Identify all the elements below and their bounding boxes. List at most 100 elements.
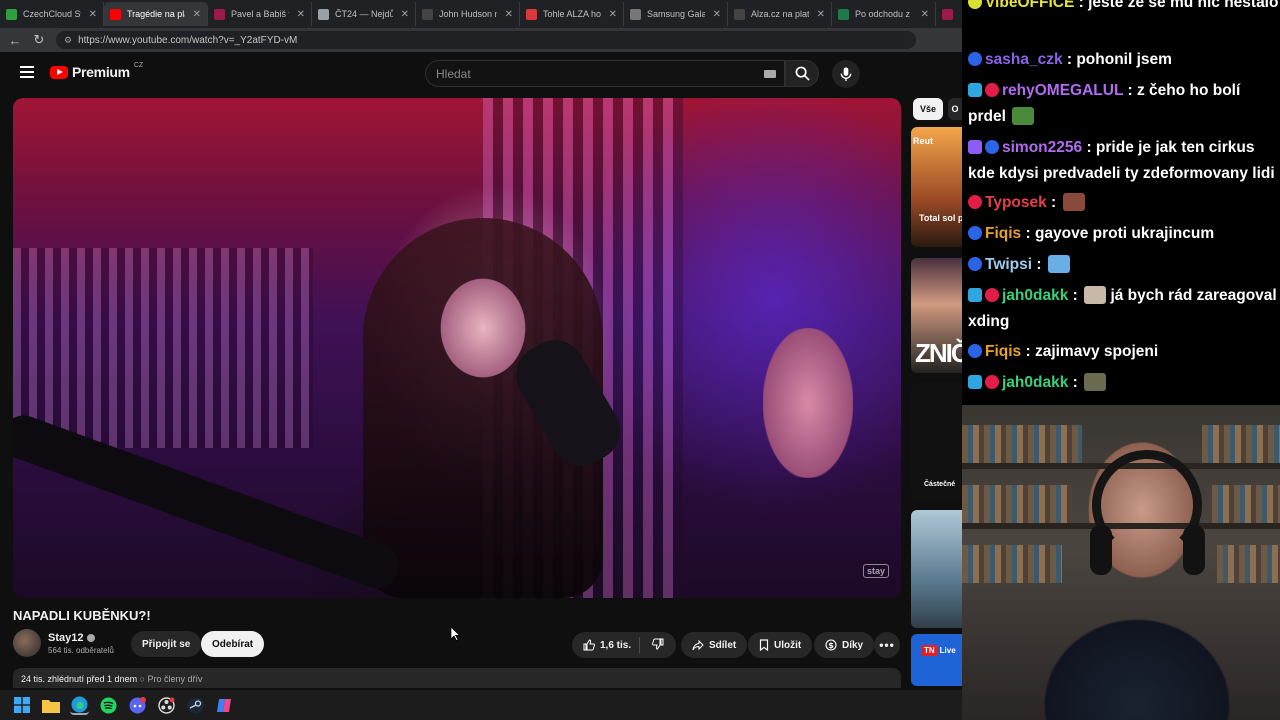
chat-username[interactable]: Fiqis bbox=[985, 225, 1021, 242]
dislike-button[interactable] bbox=[640, 638, 676, 653]
browser-tab[interactable]: Tohle ALZA hodn ✕ bbox=[520, 2, 624, 26]
headset-scene bbox=[1183, 525, 1205, 575]
close-tab-icon[interactable]: ✕ bbox=[609, 9, 617, 20]
youtube-logo[interactable]: Premium CZ bbox=[50, 62, 143, 80]
browser-tab[interactable]: CzechCloud Strea ✕ bbox=[0, 2, 104, 26]
chip-all[interactable]: Vše bbox=[913, 98, 943, 120]
close-tab-icon[interactable]: ✕ bbox=[89, 9, 97, 20]
close-tab-icon[interactable]: ✕ bbox=[921, 9, 929, 20]
bookshelf-scene bbox=[1212, 485, 1280, 523]
chip-other[interactable]: O bbox=[948, 98, 962, 120]
browser-tab[interactable]: ČT24 — Nejdůvě ✕ bbox=[312, 2, 416, 26]
chat-username[interactable]: VibeOFFICE bbox=[985, 0, 1074, 11]
chat-username[interactable]: rehyOMEGALUL bbox=[1002, 82, 1123, 99]
youtube-play-icon bbox=[50, 65, 68, 79]
microphone-icon bbox=[840, 66, 852, 81]
copilot-icon[interactable] bbox=[215, 696, 234, 715]
recommended-video-text: Reut bbox=[913, 136, 933, 146]
chat-username[interactable]: simon2256 bbox=[1002, 139, 1082, 156]
reload-icon[interactable]: ↻ bbox=[32, 32, 46, 48]
chat-badge-icon bbox=[968, 375, 982, 389]
search-button[interactable] bbox=[785, 60, 819, 87]
spotify-icon[interactable] bbox=[99, 696, 118, 715]
search-icon bbox=[795, 66, 810, 81]
close-tab-icon[interactable]: ✕ bbox=[817, 9, 825, 20]
tab-title: Alza.cz na platfor bbox=[751, 9, 809, 19]
chat-badge-icon bbox=[985, 140, 999, 154]
streamer-webcam bbox=[962, 405, 1280, 720]
browser-tab-bar: CzechCloud Strea✕Tragédie na place✕Pavel… bbox=[0, 0, 962, 28]
tab-title: ČT24 — Nejdůvě bbox=[335, 9, 393, 19]
browser-tab[interactable]: Pavel a Babiš v Ar ✕ bbox=[208, 2, 312, 26]
voice-search-button[interactable] bbox=[832, 60, 860, 88]
description-box[interactable]: 24 tis. zhlédnutí před 1 dnem ○ Pro člen… bbox=[13, 668, 901, 688]
thanks-button[interactable]: $ Díky bbox=[814, 632, 875, 658]
chat-message: Fiqis : zajimavy spojeni bbox=[968, 339, 1280, 365]
discord-icon[interactable] bbox=[128, 696, 147, 715]
chat-badge-icon bbox=[968, 195, 982, 209]
svg-text:$: $ bbox=[828, 641, 834, 650]
chat-username[interactable]: Twipsi bbox=[985, 256, 1032, 273]
site-info-icon[interactable]: ⚙ bbox=[64, 35, 72, 46]
browser-tab[interactable]: (1) bbox=[936, 2, 962, 26]
chat-badge-icon bbox=[968, 288, 982, 302]
browser-tab[interactable]: Po odchodu z ČT ✕ bbox=[832, 2, 936, 26]
menu-icon[interactable] bbox=[20, 66, 34, 81]
back-arrow-icon[interactable]: ← bbox=[8, 33, 22, 48]
chat-message: jah0dakk : já bych rád zareagoval xding bbox=[968, 286, 1277, 330]
close-tab-icon[interactable]: ✕ bbox=[297, 9, 305, 20]
close-tab-icon[interactable]: ✕ bbox=[193, 9, 201, 20]
tab-favicon-icon bbox=[526, 8, 537, 20]
close-tab-icon[interactable]: ✕ bbox=[713, 9, 721, 20]
channel-avatar[interactable] bbox=[13, 629, 41, 657]
live-channel-badge: TN bbox=[922, 645, 937, 656]
url-field[interactable]: ⚙ https://www.youtube.com/watch?v=_Y2atF… bbox=[56, 31, 916, 49]
chat-badge-icon bbox=[968, 0, 982, 9]
share-button[interactable]: Sdílet bbox=[681, 632, 748, 658]
browser-tab[interactable]: Samsung Galaxy ✕ bbox=[624, 2, 728, 26]
chat-text: zajimavy spojeni bbox=[1034, 343, 1159, 360]
screen: CzechCloud Strea✕Tragédie na place✕Pavel… bbox=[0, 0, 1280, 720]
subscriber-count: 564 tis. odběratelů bbox=[48, 645, 114, 655]
more-actions-button[interactable]: ••• bbox=[874, 632, 900, 658]
chat-badge-icon bbox=[985, 288, 999, 302]
edge-browser-icon[interactable] bbox=[70, 696, 89, 715]
recommended-video-text: ZNIČ bbox=[915, 338, 970, 368]
video-player[interactable]: stay bbox=[13, 98, 901, 598]
subscribe-button[interactable]: Odebírat bbox=[201, 631, 265, 657]
chat-username[interactable]: jah0dakk bbox=[1002, 287, 1068, 304]
chat-username[interactable]: Typosek bbox=[985, 194, 1047, 211]
chat-message: Twipsi : bbox=[968, 252, 1280, 278]
chat-username[interactable]: jah0dakk bbox=[1002, 374, 1068, 391]
file-explorer-icon[interactable] bbox=[41, 696, 60, 715]
search-placeholder: Hledat bbox=[436, 66, 471, 81]
chat-message: jah0dakk : bbox=[968, 370, 1280, 396]
browser-tab[interactable]: John Hudson na ✕ bbox=[416, 2, 520, 26]
like-button[interactable]: 1,6 tis. bbox=[572, 637, 640, 653]
steam-icon[interactable] bbox=[186, 696, 205, 715]
tab-favicon-icon bbox=[942, 8, 953, 20]
close-tab-icon[interactable]: ✕ bbox=[401, 9, 409, 20]
tab-favicon-icon bbox=[734, 8, 745, 20]
join-button[interactable]: Připojit se bbox=[131, 631, 202, 657]
keyboard-icon[interactable] bbox=[764, 70, 776, 78]
chat-badge-icon bbox=[968, 344, 982, 358]
recommended-video-text: Částečné bbox=[924, 481, 956, 488]
windows-start-icon[interactable] bbox=[12, 696, 31, 715]
close-tab-icon[interactable]: ✕ bbox=[505, 9, 513, 20]
chat-message: VibeOFFICE : ještě že se mu nic nestalo bbox=[968, 0, 1280, 16]
tab-title: Tragédie na place bbox=[127, 9, 185, 19]
thumbs-up-icon bbox=[583, 639, 595, 651]
browser-tab[interactable]: Tragédie na place ✕ bbox=[104, 2, 208, 26]
channel-name[interactable]: Stay12 bbox=[48, 632, 83, 644]
recommended-video-thumbnail[interactable] bbox=[911, 634, 962, 686]
save-button[interactable]: Uložit bbox=[748, 632, 813, 658]
obs-icon[interactable] bbox=[157, 696, 176, 715]
members-early-label: Pro členy dřív bbox=[147, 674, 203, 684]
recommended-video-thumbnail[interactable] bbox=[911, 510, 962, 628]
chat-username[interactable]: sasha_czk bbox=[985, 51, 1063, 68]
chat-username[interactable]: Fiqis bbox=[985, 343, 1021, 360]
like-count: 1,6 tis. bbox=[600, 639, 632, 651]
search-input[interactable]: Hledat bbox=[425, 60, 785, 87]
browser-tab[interactable]: Alza.cz na platfor ✕ bbox=[728, 2, 832, 26]
